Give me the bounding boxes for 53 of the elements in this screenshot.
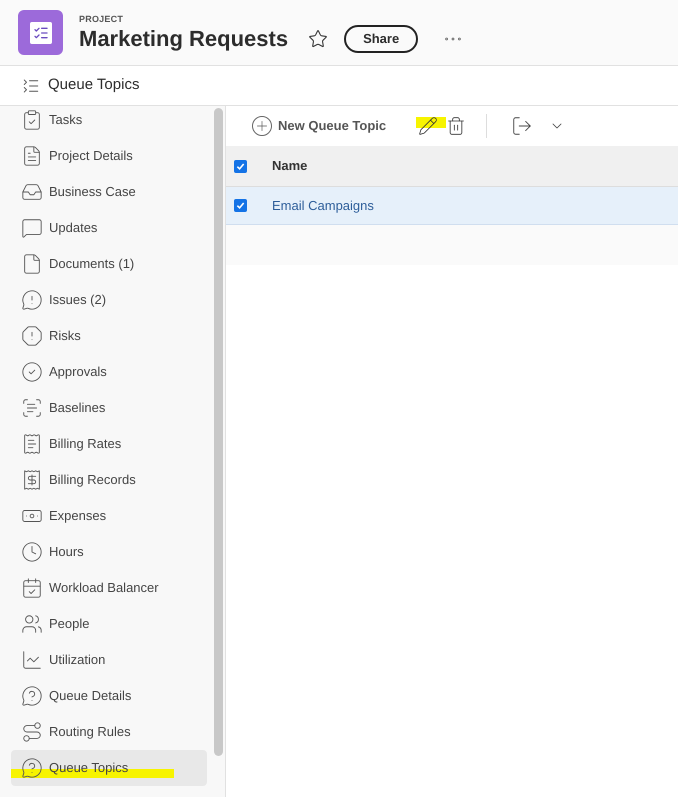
project-title: Marketing Requests bbox=[79, 26, 288, 52]
sidebar-item[interactable]: Issues (2) bbox=[11, 282, 207, 318]
column-header[interactable]: Name bbox=[272, 156, 308, 176]
receipt-icon bbox=[21, 433, 43, 455]
receipt-clock-icon bbox=[21, 469, 43, 491]
warning-bubble-icon bbox=[21, 289, 43, 311]
sidebar-item[interactable]: Expenses bbox=[11, 498, 207, 534]
checkbox[interactable] bbox=[234, 160, 247, 172]
delete-icon[interactable] bbox=[446, 116, 466, 136]
sidebar-item[interactable]: Updates bbox=[11, 210, 207, 246]
section-title: Queue Topics bbox=[48, 75, 140, 96]
tray-icon bbox=[21, 181, 43, 203]
sidebar-item[interactable]: Utilization bbox=[11, 642, 207, 678]
chart-icon bbox=[21, 649, 43, 671]
collapse-icon[interactable] bbox=[22, 76, 40, 94]
clock-icon bbox=[21, 541, 43, 563]
sidebar-item[interactable]: Risks bbox=[11, 318, 207, 354]
route-icon bbox=[21, 721, 43, 743]
highlight-mark bbox=[416, 117, 446, 128]
table-row[interactable]: Email Campaigns bbox=[226, 187, 678, 225]
sidebar-item[interactable]: People bbox=[11, 606, 207, 642]
eyebrow-label: PROJECT bbox=[79, 12, 124, 26]
calendar-check-icon bbox=[21, 577, 43, 599]
favorite-button[interactable] bbox=[308, 28, 328, 48]
sidebar-item[interactable]: Billing Rates bbox=[11, 426, 207, 462]
sidebar-item[interactable]: Queue Details bbox=[11, 678, 207, 714]
page-icon bbox=[21, 253, 43, 275]
clipboard-icon bbox=[21, 109, 43, 131]
sidebar-item[interactable]: Hours bbox=[11, 534, 207, 570]
sidebar-item[interactable]: Documents (1) bbox=[11, 246, 207, 282]
document-icon bbox=[21, 145, 43, 167]
checkbox[interactable] bbox=[234, 199, 247, 212]
sidebar-item[interactable]: Workload Balancer bbox=[11, 570, 207, 606]
sidebar-item[interactable]: Project Details bbox=[11, 138, 207, 174]
share-button[interactable]: Share bbox=[344, 24, 418, 52]
new-queue-topic-button[interactable]: New Queue Topic bbox=[252, 116, 386, 136]
sidebar-item[interactable]: Business Case bbox=[11, 174, 207, 210]
project-logo-icon bbox=[18, 10, 63, 55]
speech-bubble-icon bbox=[21, 217, 43, 239]
sidebar-item[interactable]: Baselines bbox=[11, 390, 207, 426]
export-icon[interactable] bbox=[511, 115, 534, 137]
question-bubble-icon bbox=[21, 757, 43, 779]
sidebar-item[interactable]: Routing Rules bbox=[11, 714, 207, 750]
people-icon bbox=[21, 613, 43, 635]
edit-icon[interactable] bbox=[418, 116, 438, 136]
check-circle-icon bbox=[21, 361, 43, 383]
sidebar-item[interactable]: Billing Records bbox=[11, 462, 207, 498]
warning-diamond-icon bbox=[21, 325, 43, 347]
scan-icon bbox=[21, 397, 43, 419]
question-bubble-icon bbox=[21, 685, 43, 707]
sidebar-item[interactable]: Approvals bbox=[11, 354, 207, 390]
sidebar-item[interactable]: Tasks bbox=[11, 102, 207, 138]
name-link[interactable]: Email Campaigns bbox=[272, 196, 374, 216]
